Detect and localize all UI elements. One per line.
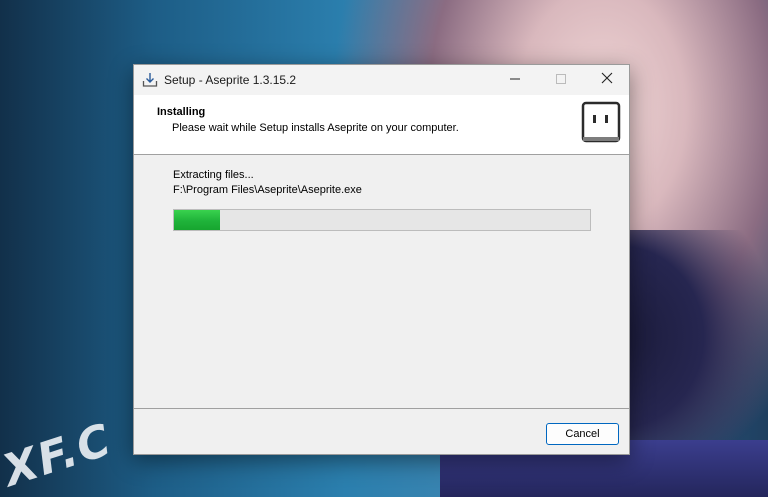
wizard-header: Installing Please wait while Setup insta… <box>134 95 629 155</box>
close-button[interactable] <box>584 65 630 95</box>
maximize-button[interactable] <box>538 65 584 95</box>
footer-divider <box>134 408 629 409</box>
aseprite-logo-icon <box>580 100 622 146</box>
minimize-button[interactable] <box>492 65 538 95</box>
current-file-path: F:\Program Files\Aseprite\Aseprite.exe <box>173 184 362 196</box>
title-bar[interactable]: Setup - Aseprite 1.3.15.2 <box>134 65 629 95</box>
close-icon <box>601 71 613 89</box>
minimize-icon <box>509 72 521 88</box>
maximize-icon <box>555 72 567 88</box>
window-title: Setup - Aseprite 1.3.15.2 <box>164 73 297 87</box>
download-tray-icon <box>142 72 158 88</box>
setup-window: Setup - Aseprite 1.3.15.2 Installing Ple… <box>133 64 630 455</box>
cancel-button[interactable]: Cancel <box>546 423 619 445</box>
page-subtitle: Please wait while Setup installs Aseprit… <box>172 122 459 134</box>
page-title: Installing <box>157 106 206 118</box>
status-text: Extracting files... <box>173 169 254 181</box>
install-progress-bar <box>173 209 591 231</box>
wallpaper-watermark: XF.C <box>0 414 119 497</box>
progress-fill <box>174 210 220 230</box>
